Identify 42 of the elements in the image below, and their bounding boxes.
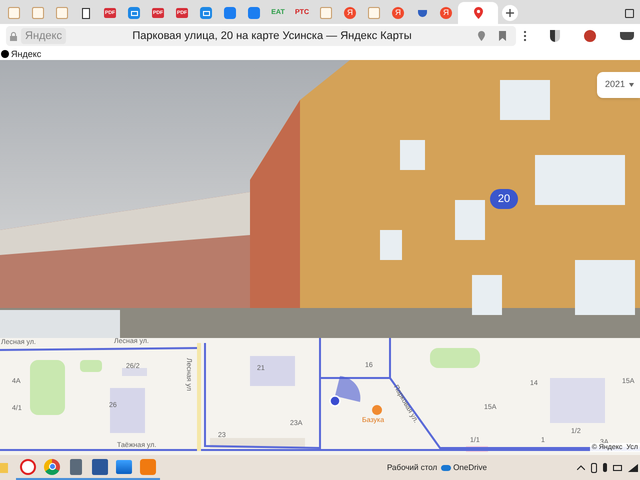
plus-icon xyxy=(506,9,514,17)
document-icon xyxy=(8,7,20,19)
browser-tab[interactable]: Я xyxy=(338,2,362,24)
yandex-icon: Я xyxy=(440,7,452,19)
app-icon xyxy=(140,458,156,474)
address-bar[interactable]: Яндекс Парковая улица, 20 на карте Усинска — Яндекс Карты xyxy=(6,26,516,46)
bookmark-link[interactable]: Яндекс xyxy=(1,49,42,59)
page-title: Парковая улица, 20 на карте Усинска — Яндекс Карты xyxy=(131,28,413,44)
cafe-icon[interactable] xyxy=(372,405,382,415)
tabs-menu-icon[interactable] xyxy=(625,9,634,18)
battery-icon[interactable] xyxy=(613,464,622,470)
bookmark-label: Яндекс xyxy=(11,49,42,59)
calculator-icon xyxy=(70,458,82,474)
site-chip[interactable]: Яндекс xyxy=(21,28,66,44)
browser-tab[interactable]: Я xyxy=(434,2,458,24)
location-icon[interactable] xyxy=(478,31,485,41)
file-icon xyxy=(82,8,90,18)
new-tab-button[interactable] xyxy=(502,5,518,21)
downloads-icon[interactable] xyxy=(620,32,634,40)
mail-icon xyxy=(128,7,140,19)
desktop-label[interactable]: Рабочий стол xyxy=(386,462,438,474)
extension-icon[interactable] xyxy=(584,30,596,42)
document-icon xyxy=(32,7,44,19)
chevron-up-icon[interactable] xyxy=(577,465,585,470)
browser-tab[interactable]: Я xyxy=(386,2,410,24)
microphone-icon[interactable] xyxy=(603,463,607,472)
touchpad-icon[interactable] xyxy=(591,462,597,472)
map-pin-icon xyxy=(474,7,482,19)
document-icon xyxy=(56,7,68,19)
lock-icon xyxy=(10,32,17,40)
onedrive-label[interactable]: OneDrive xyxy=(453,462,487,474)
yandex-icon: Я xyxy=(344,7,356,19)
wifi-icon[interactable] xyxy=(628,464,638,472)
year-dropdown[interactable]: 2021 xyxy=(596,72,640,98)
document-icon xyxy=(368,7,380,19)
document-icon xyxy=(320,7,332,19)
yandex-icon: Я xyxy=(392,7,404,19)
chrome-icon xyxy=(44,458,60,474)
bookmark-icon[interactable] xyxy=(499,31,506,41)
mail-icon xyxy=(200,7,212,19)
shield-icon[interactable] xyxy=(550,30,560,42)
caret-icon xyxy=(629,83,634,87)
